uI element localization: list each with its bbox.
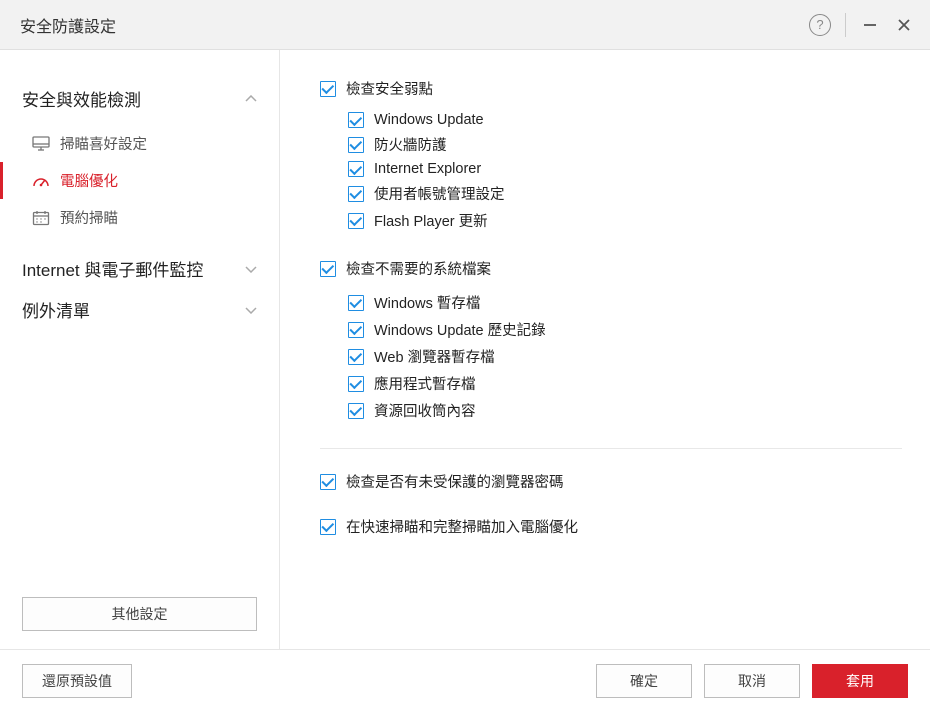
checkbox-user-account[interactable] xyxy=(348,186,364,202)
footer: 還原預設值 確定 取消 套用 xyxy=(0,649,930,712)
checkbox-unnecessary-files[interactable] xyxy=(320,261,336,277)
checkbox-windows-update-history[interactable] xyxy=(348,322,364,338)
check-label: 防火牆防護 xyxy=(374,134,447,155)
checkbox-windows-temp[interactable] xyxy=(348,295,364,311)
check-label: Windows 暫存檔 xyxy=(374,292,480,313)
check-label: Web 瀏覽器暫存檔 xyxy=(374,346,495,367)
checkbox-windows-update[interactable] xyxy=(348,112,364,128)
checkbox-internet-explorer[interactable] xyxy=(348,161,364,177)
check-label: Internet Explorer xyxy=(374,161,481,177)
checkbox-web-browser-temp[interactable] xyxy=(348,349,364,365)
check-label: 使用者帳號管理設定 xyxy=(374,183,505,204)
sidebar-section-title: 例外清單 xyxy=(22,297,90,322)
cancel-button[interactable]: 取消 xyxy=(704,664,800,698)
sidebar-item-pc-optimization[interactable]: 電腦優化 xyxy=(0,162,279,199)
sidebar-item-scheduled-scan[interactable]: 預約掃瞄 xyxy=(0,199,279,236)
titlebar: 安全防護設定 ? xyxy=(0,0,930,50)
chevron-down-icon xyxy=(245,263,257,275)
close-button[interactable] xyxy=(894,15,914,35)
checkbox-security-weakness[interactable] xyxy=(320,81,336,97)
check-label: 檢查是否有未受保護的瀏覽器密碼 xyxy=(346,471,564,492)
other-settings-button[interactable]: 其他設定 xyxy=(22,597,257,631)
check-label: 在快速掃瞄和完整掃瞄加入電腦優化 xyxy=(346,516,578,537)
sidebar-section-security-performance[interactable]: 安全與效能檢測 xyxy=(0,78,279,119)
checkbox-unprotected-passwords[interactable] xyxy=(320,474,336,490)
check-label: 檢查安全弱點 xyxy=(346,78,433,99)
restore-defaults-button[interactable]: 還原預設值 xyxy=(22,664,132,698)
check-label: Windows Update 歷史記錄 xyxy=(374,319,546,340)
apply-button[interactable]: 套用 xyxy=(812,664,908,698)
sidebar-item-label: 掃瞄喜好設定 xyxy=(60,133,147,154)
window-title: 安全防護設定 xyxy=(16,13,809,37)
check-label: 檢查不需要的系統檔案 xyxy=(346,258,491,279)
ok-button[interactable]: 確定 xyxy=(596,664,692,698)
sidebar-item-label: 預約掃瞄 xyxy=(60,207,118,228)
minimize-button[interactable] xyxy=(860,15,880,35)
content-panel: 檢查安全弱點 Windows Update 防火牆防護 Internet Exp… xyxy=(280,50,930,649)
titlebar-divider xyxy=(845,13,846,37)
check-label: Windows Update xyxy=(374,112,484,128)
check-label: Flash Player 更新 xyxy=(374,210,488,231)
check-label: 資源回收筒內容 xyxy=(374,400,476,421)
sidebar-section-exceptions[interactable]: 例外清單 xyxy=(0,289,279,330)
checkbox-add-to-scans[interactable] xyxy=(320,519,336,535)
check-group-security-weakness: 檢查安全弱點 Windows Update 防火牆防護 Internet Exp… xyxy=(320,78,902,234)
sidebar-item-label: 電腦優化 xyxy=(60,170,118,191)
calendar-icon xyxy=(32,209,50,227)
separator xyxy=(320,448,902,449)
monitor-icon xyxy=(32,135,50,153)
check-group-unnecessary-files: 檢查不需要的系統檔案 Windows 暫存檔 Windows Update 歷史… xyxy=(320,258,902,424)
check-label: 應用程式暫存檔 xyxy=(374,373,476,394)
sidebar-section-title: Internet 與電子郵件監控 xyxy=(22,256,203,281)
sidebar-section-title: 安全與效能檢測 xyxy=(22,86,141,111)
sidebar-section-internet-email[interactable]: Internet 與電子郵件監控 xyxy=(0,248,279,289)
checkbox-recycle-bin[interactable] xyxy=(348,403,364,419)
chevron-down-icon xyxy=(245,304,257,316)
chevron-up-icon xyxy=(245,93,257,105)
sidebar-item-scan-preferences[interactable]: 掃瞄喜好設定 xyxy=(0,125,279,162)
checkbox-firewall[interactable] xyxy=(348,137,364,153)
checkbox-flash-player[interactable] xyxy=(348,213,364,229)
checkbox-app-temp[interactable] xyxy=(348,376,364,392)
gauge-icon xyxy=(32,172,50,190)
sidebar: 安全與效能檢測 掃瞄喜好設定 xyxy=(0,50,280,649)
help-icon[interactable]: ? xyxy=(809,14,831,36)
